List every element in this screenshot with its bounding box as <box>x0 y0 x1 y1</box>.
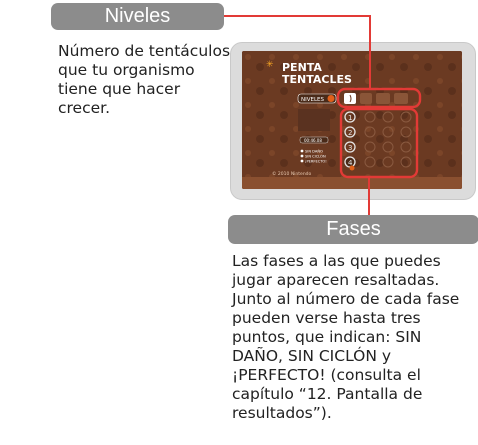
fases-description: Las fases a las que puedes jugar aparece… <box>232 252 460 422</box>
game-screen-art: ✳ PENTA TENTACLES NIVELES 00:46.08 SIN D… <box>242 51 462 189</box>
info-panel <box>298 109 330 131</box>
niveles-tab[interactable]: NIVELES <box>297 93 337 104</box>
stage-number-2: 2 <box>348 129 352 137</box>
best-time: 00:46.08 <box>304 138 322 143</box>
niveles-connector-v <box>369 15 371 89</box>
level-tab-4[interactable] <box>394 93 408 104</box>
niveles-description: Número de tentáculos que tu organismo ti… <box>58 42 231 117</box>
level-tab-1[interactable] <box>344 93 356 104</box>
niveles-connector-h <box>224 15 370 17</box>
stage-number-1: 1 <box>348 114 352 122</box>
legend: SIN DAÑO SIN CICLÓN ¡PERFECTO! <box>300 149 327 164</box>
fases-label: Fases <box>228 215 478 244</box>
legend-sin-dano: SIN DAÑO <box>305 149 323 154</box>
legend-sin-ciclon: SIN CICLÓN <box>305 154 326 159</box>
niveles-label: Niveles <box>51 3 224 30</box>
level-tab-2[interactable] <box>360 93 372 104</box>
stage-number-3: 3 <box>348 144 352 152</box>
logo-line2: TENTACLES <box>282 73 352 86</box>
copyright: © 2010 Nintendo <box>272 170 312 177</box>
game-screen: ✳ PENTA TENTACLES NIVELES 00:46.08 SIN D… <box>242 51 462 189</box>
legend-perfecto: ¡PERFECTO! <box>305 160 327 164</box>
logo-swirl-icon: ✳ <box>266 60 274 70</box>
fases-connector-v <box>368 177 370 215</box>
level-tab-3[interactable] <box>376 93 390 104</box>
niveles-tab-label: NIVELES <box>301 97 325 103</box>
